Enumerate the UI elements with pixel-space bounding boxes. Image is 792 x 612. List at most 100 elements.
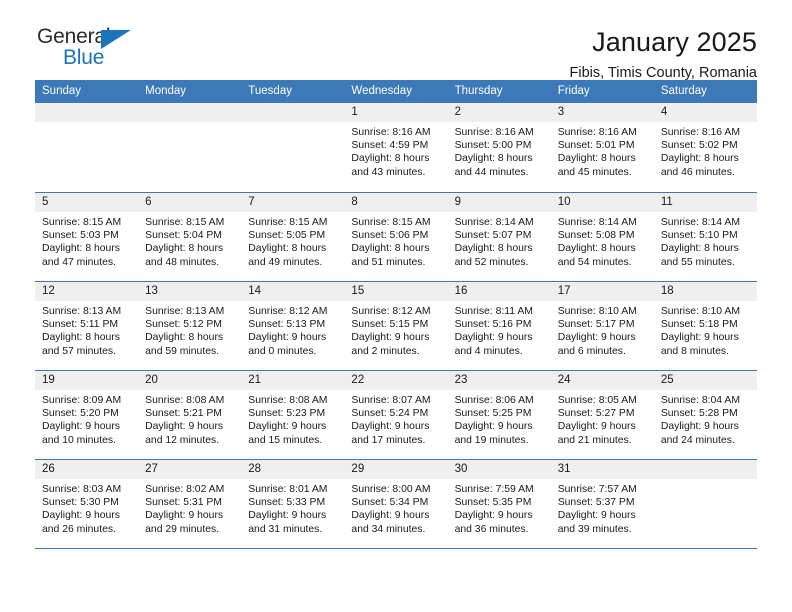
day-sunset-text: Sunset: 5:16 PM	[454, 319, 532, 331]
day-daylight-text: and 47 minutes.	[42, 256, 116, 268]
day-cell[interactable]: 17 Sunrise: 8:10 AM Sunset: 5:17 PM Dayligh…	[550, 282, 654, 370]
day-sun-info: Sunrise: 7:59 AM Sunset: 5:35 PM Daylight:…	[448, 479, 551, 536]
day-sun-info: Sunrise: 8:14 AM Sunset: 5:10 PM Daylight:…	[654, 212, 757, 269]
day-cell-empty	[653, 460, 757, 548]
day-sunrise-text: Sunrise: 8:14 AM	[557, 217, 637, 228]
day-daylight-text: Daylight: 9 hours	[557, 510, 636, 522]
day-cell[interactable]: 16 Sunrise: 8:11 AM Sunset: 5:16 PM Dayligh…	[447, 282, 551, 370]
calendar-week-row: 5 Sunrise: 8:15 AM Sunset: 5:03 PM Daylight…	[35, 192, 757, 281]
day-cell-empty	[35, 103, 139, 192]
day-sun-info: Sunrise: 8:15 AM Sunset: 5:04 PM Daylight:…	[138, 212, 241, 269]
day-sunrise-text: Sunrise: 8:14 AM	[454, 217, 534, 228]
day-sun-info: Sunrise: 8:11 AM Sunset: 5:16 PM Daylight:…	[448, 301, 551, 358]
day-cell[interactable]: 10 Sunrise: 8:14 AM Sunset: 5:08 PM Dayligh…	[550, 193, 654, 281]
day-cell[interactable]: 24 Sunrise: 8:05 AM Sunset: 5:27 PM Dayligh…	[550, 371, 654, 459]
day-daylight-text: and 49 minutes.	[248, 256, 323, 268]
day-daylight-text: Daylight: 9 hours	[660, 332, 739, 344]
day-number: 16	[447, 282, 551, 301]
day-cell[interactable]: 27 Sunrise: 8:02 AM Sunset: 5:31 PM Dayligh…	[138, 460, 242, 548]
day-daylight-text: Daylight: 9 hours	[351, 510, 430, 522]
day-daylight-text: Daylight: 9 hours	[248, 421, 327, 433]
day-cell[interactable]: 13 Sunrise: 8:13 AM Sunset: 5:12 PM Dayligh…	[138, 282, 242, 370]
day-daylight-text: Daylight: 9 hours	[454, 510, 533, 522]
day-sunrise-text: Sunrise: 8:15 AM	[351, 217, 431, 228]
day-daylight-text: and 31 minutes.	[248, 523, 323, 535]
day-daylight-text: and 26 minutes.	[42, 523, 116, 535]
day-sunrise-text: Sunrise: 8:15 AM	[248, 217, 328, 228]
day-sunrise-text: Sunrise: 7:57 AM	[557, 484, 637, 495]
day-cell[interactable]: 19 Sunrise: 8:09 AM Sunset: 5:20 PM Dayligh…	[35, 371, 139, 459]
day-sun-info: Sunrise: 8:15 AM Sunset: 5:05 PM Daylight:…	[241, 212, 344, 269]
day-cell[interactable]: 1 Sunrise: 8:16 AM Sunset: 4:59 PM Daylight…	[344, 103, 448, 192]
day-cell[interactable]: 26 Sunrise: 8:03 AM Sunset: 5:30 PM Dayligh…	[35, 460, 139, 548]
day-sunrise-text: Sunrise: 8:15 AM	[145, 217, 225, 228]
day-cell[interactable]: 14 Sunrise: 8:12 AM Sunset: 5:13 PM Dayligh…	[241, 282, 345, 370]
day-number: 1	[344, 103, 448, 122]
calendar-bottom-rule	[35, 548, 757, 549]
day-daylight-text: and 46 minutes.	[660, 166, 735, 178]
day-cell[interactable]: 12 Sunrise: 8:13 AM Sunset: 5:11 PM Dayligh…	[35, 282, 139, 370]
title-block: January 2025 Fibis, Timis County, Romani…	[570, 26, 757, 84]
day-number: 23	[447, 371, 551, 390]
day-daylight-text: Daylight: 9 hours	[42, 421, 120, 433]
day-sunrise-text: Sunrise: 8:16 AM	[351, 127, 431, 138]
day-sunset-text: Sunset: 5:27 PM	[557, 408, 635, 420]
day-number: 9	[447, 193, 551, 212]
day-cell[interactable]: 31 Sunrise: 7:57 AM Sunset: 5:37 PM Dayligh…	[550, 460, 654, 548]
day-daylight-text: and 55 minutes.	[660, 256, 735, 268]
day-cell[interactable]: 23 Sunrise: 8:06 AM Sunset: 5:25 PM Dayligh…	[447, 371, 551, 459]
day-cell[interactable]: 28 Sunrise: 8:01 AM Sunset: 5:33 PM Dayligh…	[241, 460, 345, 548]
day-cell[interactable]: 18 Sunrise: 8:10 AM Sunset: 5:18 PM Dayligh…	[653, 282, 757, 370]
day-cell[interactable]: 20 Sunrise: 8:08 AM Sunset: 5:21 PM Dayligh…	[138, 371, 242, 459]
day-sunset-text: Sunset: 5:13 PM	[248, 319, 326, 331]
day-daylight-text: Daylight: 8 hours	[145, 243, 224, 255]
day-cell[interactable]: 9 Sunrise: 8:14 AM Sunset: 5:07 PM Daylight…	[447, 193, 551, 281]
day-cell[interactable]: 21 Sunrise: 8:08 AM Sunset: 5:23 PM Dayligh…	[241, 371, 345, 459]
day-daylight-text: and 57 minutes.	[42, 345, 116, 357]
day-cell-empty	[138, 103, 242, 192]
day-daylight-text: and 29 minutes.	[145, 523, 220, 535]
day-daylight-text: Daylight: 9 hours	[557, 421, 636, 433]
day-daylight-text: and 8 minutes.	[660, 345, 730, 357]
day-daylight-text: and 17 minutes.	[351, 434, 426, 446]
day-number: 11	[653, 193, 757, 212]
day-sun-info: Sunrise: 8:02 AM Sunset: 5:31 PM Daylight:…	[138, 479, 241, 536]
calendar-week-row: 1 Sunrise: 8:16 AM Sunset: 4:59 PM Daylight…	[35, 103, 757, 192]
day-daylight-text: and 24 minutes.	[660, 434, 735, 446]
day-daylight-text: and 51 minutes.	[351, 256, 426, 268]
day-cell[interactable]: 2 Sunrise: 8:16 AM Sunset: 5:00 PM Daylight…	[447, 103, 551, 192]
day-cell[interactable]: 7 Sunrise: 8:15 AM Sunset: 5:05 PM Daylight…	[241, 193, 345, 281]
day-sun-info: Sunrise: 8:10 AM Sunset: 5:17 PM Daylight:…	[551, 301, 654, 358]
day-sunset-text: Sunset: 5:28 PM	[660, 408, 738, 420]
day-daylight-text: Daylight: 8 hours	[145, 332, 224, 344]
day-number: 27	[138, 460, 242, 479]
day-daylight-text: Daylight: 8 hours	[351, 153, 430, 165]
day-daylight-text: and 10 minutes.	[42, 434, 116, 446]
day-number: 25	[653, 371, 757, 390]
day-sun-info: Sunrise: 8:00 AM Sunset: 5:34 PM Daylight:…	[344, 479, 447, 536]
calendar-grid: Sunday Monday Tuesday Wednesday Thursday Frid…	[35, 80, 757, 549]
day-sun-info: Sunrise: 8:16 AM Sunset: 5:02 PM Daylight:…	[654, 122, 757, 179]
day-cell[interactable]: 6 Sunrise: 8:15 AM Sunset: 5:04 PM Daylight…	[138, 193, 242, 281]
day-cell[interactable]: 22 Sunrise: 8:07 AM Sunset: 5:24 PM Dayligh…	[344, 371, 448, 459]
generalblue-logo[interactable]: General Blue	[35, 26, 157, 74]
day-daylight-text: Daylight: 8 hours	[42, 332, 120, 344]
day-sunrise-text: Sunrise: 8:13 AM	[145, 306, 225, 317]
day-daylight-text: Daylight: 8 hours	[660, 153, 739, 165]
day-cell[interactable]: 15 Sunrise: 8:12 AM Sunset: 5:15 PM Dayligh…	[344, 282, 448, 370]
day-sunrise-text: Sunrise: 8:16 AM	[557, 127, 637, 138]
day-cell[interactable]: 4 Sunrise: 8:16 AM Sunset: 5:02 PM Daylight…	[653, 103, 757, 192]
day-cell[interactable]: 11 Sunrise: 8:14 AM Sunset: 5:10 PM Dayligh…	[653, 193, 757, 281]
day-number: 21	[241, 371, 345, 390]
day-cell[interactable]: 29 Sunrise: 8:00 AM Sunset: 5:34 PM Dayligh…	[344, 460, 448, 548]
calendar-page: General Blue January 2025 Fibis, Timis C…	[0, 0, 792, 612]
day-cell[interactable]: 8 Sunrise: 8:15 AM Sunset: 5:06 PM Daylight…	[344, 193, 448, 281]
day-cell[interactable]: 25 Sunrise: 8:04 AM Sunset: 5:28 PM Dayligh…	[653, 371, 757, 459]
day-number: 5	[35, 193, 139, 212]
day-sunset-text: Sunset: 5:20 PM	[42, 408, 119, 420]
day-number: 15	[344, 282, 448, 301]
day-cell[interactable]: 5 Sunrise: 8:15 AM Sunset: 5:03 PM Daylight…	[35, 193, 139, 281]
day-cell[interactable]: 3 Sunrise: 8:16 AM Sunset: 5:01 PM Daylight…	[550, 103, 654, 192]
day-sunrise-text: Sunrise: 8:00 AM	[351, 484, 431, 495]
day-cell[interactable]: 30 Sunrise: 7:59 AM Sunset: 5:35 PM Dayligh…	[447, 460, 551, 548]
